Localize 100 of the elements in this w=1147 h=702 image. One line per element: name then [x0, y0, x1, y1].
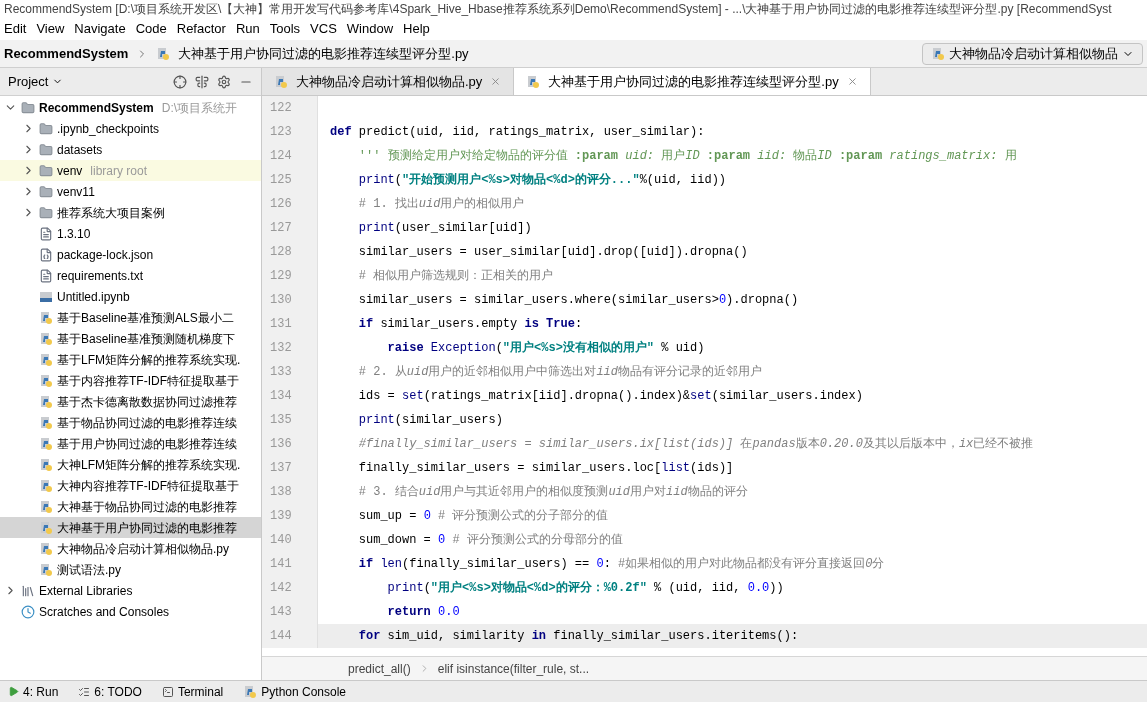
settings-icon[interactable]	[217, 74, 231, 89]
tree-item[interactable]: package-lock.json	[0, 244, 261, 265]
code-line: sum_down = 0 # 评分预测公式的分母部分的值	[357, 532, 624, 549]
tree-item[interactable]: 大神物品冷启动计算相似物品.py	[0, 538, 261, 559]
code-line: print("用户<%s>对物品<%d>的评分：%0.2f" % (uid, iid, 0.0))	[386, 579, 785, 597]
tool-window-button[interactable]: Terminal	[161, 682, 224, 701]
item-label: 推荐系统大项目案例	[57, 204, 165, 222]
line-number: 143	[262, 600, 318, 624]
python-file-icon	[39, 394, 53, 409]
python-file-icon	[931, 46, 945, 61]
menu-item[interactable]: Navigate	[74, 19, 126, 39]
editor-tab[interactable]: 大神物品冷启动计算相似物品.py	[262, 68, 515, 95]
python-file-icon	[526, 74, 541, 89]
python-file-icon	[39, 499, 53, 514]
python-file-icon	[156, 46, 171, 61]
item-label: 大神LFM矩阵分解的推荐系统实现.	[57, 456, 241, 474]
tree-item[interactable]: datasets	[0, 139, 261, 160]
tree-item[interactable]: 推荐系统大项目案例	[0, 202, 261, 223]
item-label: venv	[57, 162, 83, 180]
code-line: # 2. 从uid用户的近邻相似用户中筛选出对iid物品有评分记录的近邻用户	[357, 364, 764, 381]
code-line: print(user_similar[uid])	[357, 220, 533, 237]
tree-item[interactable]: 大神基于用户协同过滤的电影推荐	[0, 517, 261, 538]
tree-item[interactable]: 基于杰卡德离散数据协同过滤推荐	[0, 391, 261, 412]
code-line: return 0.0	[386, 604, 461, 621]
python-file-icon	[39, 520, 53, 535]
code-line: ids = set(ratings_matrix[iid].dropna().index)&set(similar_users.index)	[357, 388, 864, 405]
item-label: 基于物品协同过滤的电影推荐连续	[57, 414, 237, 432]
collapse-icon[interactable]	[195, 74, 209, 89]
menu-item[interactable]: Refactor	[176, 19, 226, 39]
tree-item[interactable]: 测试语法.py	[0, 559, 261, 580]
tree-item[interactable]: 大神LFM矩阵分解的推荐系统实现.	[0, 454, 261, 475]
menu-item[interactable]: Edit	[4, 19, 27, 39]
tree-item[interactable]: Untitled.ipynb	[0, 286, 261, 307]
item-label: 大神物品冷启动计算相似物品.py	[57, 540, 229, 558]
line-number: 126	[262, 192, 318, 216]
menu-item[interactable]: Run	[235, 19, 260, 39]
tree-item[interactable]: 基于用户协同过滤的电影推荐连续	[0, 433, 261, 454]
tree-item[interactable]: .ipynb_checkpoints	[0, 118, 261, 139]
python-file-icon	[39, 541, 53, 556]
breadcrumb-item[interactable]: elif isinstance(filter_rule, st...	[437, 659, 590, 678]
tree-item[interactable]: requirements.txt	[0, 265, 261, 286]
notebook-file-icon	[39, 289, 53, 304]
run-config-dropdown[interactable]: 大神物品冷启动计算相似物品	[922, 42, 1143, 65]
scratches-icon	[21, 604, 35, 619]
tree-item[interactable]: 基于物品协同过滤的电影推荐连续	[0, 412, 261, 433]
tree-item[interactable]: 大神内容推荐TF-IDF特征提取基于	[0, 475, 261, 496]
item-label: 基于内容推荐TF-IDF特征提取基于	[57, 372, 239, 390]
tool-window-button[interactable]: 4: Run	[8, 682, 59, 701]
project-crumb[interactable]: RecommendSystem	[4, 43, 129, 64]
tree-item[interactable]: Scratches and Consoles	[0, 601, 261, 622]
python-file-icon	[39, 310, 53, 325]
menu-item[interactable]: VCS	[310, 19, 337, 39]
line-number: 127	[262, 216, 318, 240]
line-number: 132	[262, 336, 318, 360]
line-number: 138	[262, 480, 318, 504]
python-file-icon	[274, 74, 288, 89]
python-file-icon	[39, 478, 53, 493]
tree-item[interactable]: venv library root	[0, 160, 261, 181]
tree-item[interactable]: RecommendSystem D:\项目系统开	[0, 97, 261, 118]
project-view-dropdown[interactable]: Project	[8, 71, 64, 92]
line-number: 135	[262, 408, 318, 432]
item-label: 基于Baseline基准预测随机梯度下	[57, 330, 236, 348]
tree-item[interactable]: 基于内容推荐TF-IDF特征提取基于	[0, 370, 261, 391]
editor-tab[interactable]: 大神基于用户协同过滤的电影推荐连续型评分型.py	[514, 68, 871, 95]
line-number: 131	[262, 312, 318, 336]
line-number: 134	[262, 384, 318, 408]
menu-item[interactable]: Help	[403, 19, 430, 39]
tree-item[interactable]: venv11	[0, 181, 261, 202]
tree-item[interactable]: External Libraries	[0, 580, 261, 601]
file-crumb[interactable]: 大神基于用户协同过滤的电影推荐连续型评分型.py	[178, 43, 469, 64]
menu-item[interactable]: Window	[346, 19, 394, 39]
menu-item[interactable]: View	[36, 19, 65, 39]
menu-item[interactable]: Code	[135, 19, 167, 39]
line-number: 136	[262, 432, 318, 456]
breadcrumb-item[interactable]: predict_all()	[348, 659, 411, 678]
item-label: External Libraries	[39, 582, 133, 600]
tree-item[interactable]: 基于Baseline基准预测随机梯度下	[0, 328, 261, 349]
line-number: 124	[262, 144, 318, 168]
code-line: print("开始预测用户<%s>对物品<%d>的评分..."%(uid, iid))	[357, 171, 728, 189]
tree-item[interactable]: 基于Baseline基准预测ALS最小二	[0, 307, 261, 328]
code-line: similar_users = user_similar[uid].drop([uid]).dropna()	[357, 244, 749, 261]
code-line: # 3. 结合uid用户与其近邻用户的相似度预测uid用户对iid物品的评分	[357, 484, 749, 501]
locate-icon[interactable]	[173, 74, 187, 89]
code-line: similar_users = similar_users.where(similar_users>0).dropna()	[357, 292, 800, 309]
python-file-icon	[39, 457, 53, 472]
code-line: sum_up = 0 # 评分预测公式的分子部分的值	[357, 508, 610, 525]
line-number: 142	[262, 576, 318, 600]
python-file-icon	[39, 373, 53, 388]
menu-item[interactable]: Tools	[269, 19, 301, 39]
tree-item[interactable]: 1.3.10	[0, 223, 261, 244]
code-line: if len(finally_similar_users) == 0: #如果相似的用户对此物品都没有评分直接返回0分	[357, 556, 886, 573]
item-label: venv11	[57, 183, 95, 201]
close-icon[interactable]	[846, 76, 858, 87]
line-number: 140	[262, 528, 318, 552]
python-file-icon	[39, 436, 53, 451]
tool-window-button[interactable]: Python Console	[243, 682, 347, 701]
tool-window-button[interactable]: 6: TODO	[78, 682, 142, 701]
item-label: datasets	[57, 141, 103, 159]
tree-item[interactable]: 大神基于物品协同过滤的电影推荐	[0, 496, 261, 517]
tree-item[interactable]: 基于LFM矩阵分解的推荐系统实现.	[0, 349, 261, 370]
